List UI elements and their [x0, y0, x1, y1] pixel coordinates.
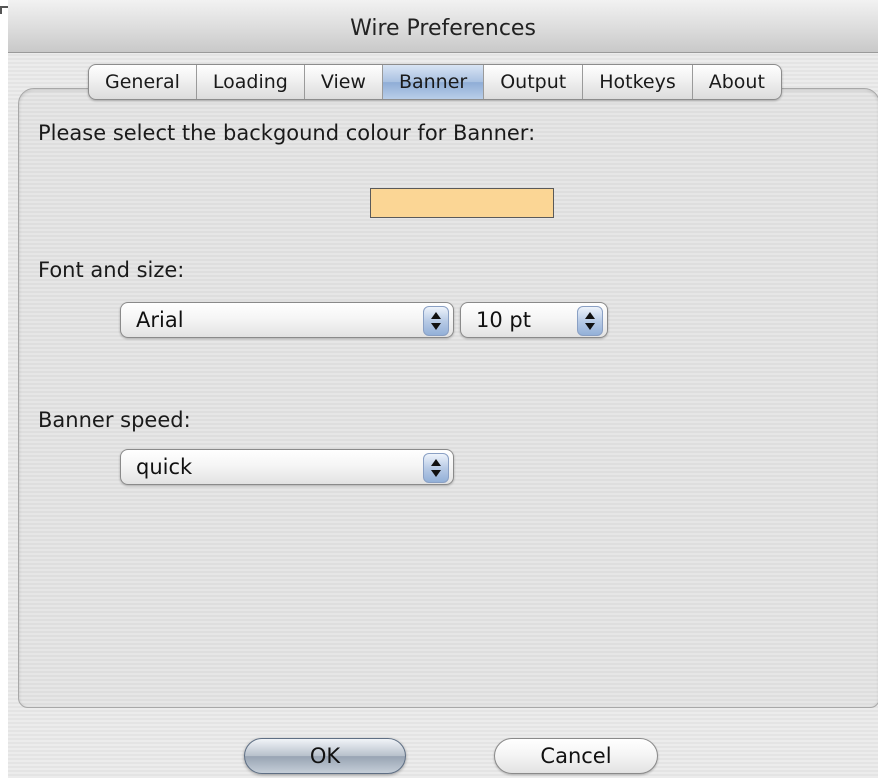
font-size-select[interactable]: 10 pt: [460, 302, 608, 338]
banner-speed-select-value: quick: [136, 455, 193, 479]
cancel-button[interactable]: Cancel: [494, 738, 658, 774]
window-corner-mark: [0, 6, 8, 14]
tab-banner[interactable]: Banner: [382, 65, 485, 99]
font-size-label: Font and size:: [38, 258, 185, 282]
tab-general[interactable]: General: [89, 65, 197, 99]
font-size-select-value: 10 pt: [476, 308, 531, 332]
tab-output[interactable]: Output: [484, 65, 584, 99]
banner-speed-select[interactable]: quick: [120, 449, 454, 485]
up-down-arrows-icon: [577, 306, 603, 336]
background-colour-label: Please select the backgound colour for B…: [38, 121, 536, 145]
tab-hotkeys[interactable]: Hotkeys: [583, 65, 693, 99]
background-colour-swatch[interactable]: [370, 188, 554, 218]
banner-speed-label: Banner speed:: [38, 408, 191, 432]
title-bar[interactable]: Wire Preferences: [0, 0, 878, 53]
up-down-arrows-icon: [423, 306, 449, 336]
up-down-arrows-icon: [423, 453, 449, 483]
preferences-tab-bar: General Loading View Banner Output Hotke…: [88, 64, 782, 100]
ok-button[interactable]: OK: [244, 738, 406, 774]
font-select[interactable]: Arial: [120, 302, 454, 338]
window-title: Wire Preferences: [350, 16, 536, 41]
font-select-value: Arial: [136, 308, 184, 332]
banner-settings-panel: [18, 88, 878, 708]
tab-loading[interactable]: Loading: [197, 65, 305, 99]
tab-view[interactable]: View: [305, 65, 383, 99]
tab-about[interactable]: About: [693, 65, 781, 99]
preferences-window: Wire Preferences General Loading View Ba…: [0, 0, 878, 778]
